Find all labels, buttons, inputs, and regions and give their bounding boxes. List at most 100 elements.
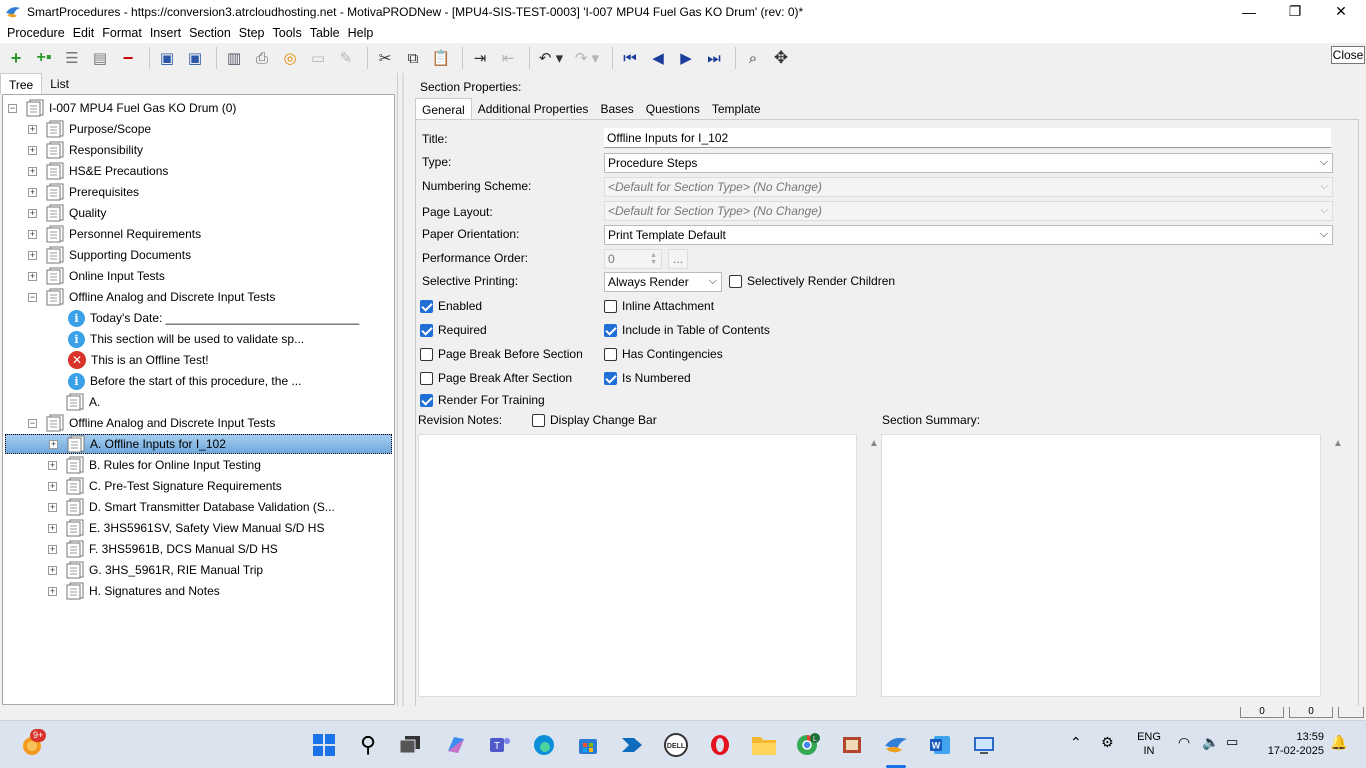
checkbox-box[interactable] [604, 323, 617, 337]
expand-toggle[interactable]: + [28, 187, 37, 197]
save-all-icon[interactable]: ▣ [155, 46, 179, 70]
tree-node[interactable]: i Today's Date: _________________________… [68, 308, 359, 328]
power-automate-icon[interactable] [619, 732, 645, 758]
checkbox-box[interactable] [604, 371, 617, 385]
tab-additional-properties[interactable]: Additional Properties [472, 98, 595, 119]
scroll-up-icon[interactable]: ▲ [869, 438, 879, 449]
performance-order-stepper[interactable]: 0 ▲ ▼ [604, 249, 662, 269]
teams-icon[interactable]: T [487, 732, 513, 758]
export-icon[interactable]: ▥ [222, 46, 246, 70]
close-window-button[interactable]: ✕ [1318, 0, 1364, 23]
dell-icon[interactable]: DELL [663, 732, 689, 758]
tree-node[interactable]: − Offline Analog and Discrete Input Tests [28, 287, 275, 307]
clock[interactable]: 13:59 17-02-2025 [1258, 730, 1324, 758]
checkbox-box[interactable] [729, 274, 742, 288]
start-icon[interactable] [311, 732, 337, 758]
expand-toggle[interactable]: + [48, 544, 57, 554]
expand-toggle[interactable]: + [48, 481, 57, 491]
find-icon[interactable]: ⌕ [741, 46, 765, 70]
language-indicator[interactable]: ENG IN [1134, 730, 1164, 758]
checkbox-box[interactable] [420, 371, 433, 385]
has-contingencies-checkbox[interactable]: Has Contingencies [604, 347, 723, 361]
checkbox-box[interactable] [420, 347, 433, 361]
tab-questions[interactable]: Questions [640, 98, 706, 119]
paper-orientation-select[interactable]: Print Template Default ⌵ [604, 225, 1333, 245]
add-icon[interactable]: + [4, 46, 28, 70]
volume-icon[interactable]: 🔈 [1202, 735, 1219, 749]
checkbox-box[interactable] [420, 299, 433, 313]
checkbox-box[interactable] [420, 393, 433, 407]
store-icon[interactable] [575, 732, 601, 758]
tree-node[interactable]: + C. Pre-Test Signature Requirements [48, 476, 282, 496]
spin-arrows-icon[interactable]: ▲ ▼ [650, 252, 657, 266]
expand-toggle[interactable]: + [48, 586, 57, 596]
checkbox-box[interactable] [604, 347, 617, 361]
expand-toggle[interactable]: − [28, 292, 37, 302]
checkbox-box[interactable] [604, 299, 617, 313]
tree-node[interactable]: + G. 3HS_5961R, RIE Manual Trip [48, 560, 263, 580]
expand-toggle[interactable]: + [48, 460, 57, 470]
tree-node[interactable]: i This section will be used to validate s… [68, 329, 304, 349]
revision-notes-textarea[interactable] [418, 434, 857, 697]
tab-bases[interactable]: Bases [594, 98, 639, 119]
selectively-render-children-checkbox[interactable]: Selectively Render Children [729, 274, 895, 288]
page-layout-select[interactable]: <Default for Section Type> (No Change) ⌵ [604, 201, 1333, 221]
wifi-icon[interactable]: ◠ [1178, 735, 1190, 749]
outline-icon[interactable]: ☰ [60, 46, 84, 70]
cut-icon[interactable]: ✂ [373, 46, 397, 70]
checkbox-box[interactable] [420, 323, 433, 337]
menu-step[interactable]: Step [235, 26, 269, 40]
paste-icon[interactable]: 📋 [429, 46, 453, 70]
menu-format[interactable]: Format [98, 26, 146, 40]
network-settings-icon[interactable]: ⚙ [1101, 735, 1114, 749]
pane-splitter[interactable] [397, 73, 407, 706]
tree-node[interactable]: i Before the start of this procedure, the… [68, 371, 301, 391]
opera-icon[interactable] [707, 732, 733, 758]
smartprocedures-icon[interactable] [883, 732, 909, 758]
chrome-icon[interactable]: L [795, 732, 821, 758]
tree-node[interactable]: − Offline Analog and Discrete Input Tests [28, 413, 275, 433]
menu-insert[interactable]: Insert [146, 26, 185, 40]
section-summary-textarea[interactable] [881, 434, 1321, 697]
menu-edit[interactable]: Edit [69, 26, 99, 40]
tree-node[interactable]: + D. Smart Transmitter Database Validatio… [48, 497, 335, 517]
remove-icon[interactable]: − [116, 46, 140, 70]
expand-toggle[interactable]: − [28, 418, 37, 428]
selective-printing-select[interactable]: Always Render ⌵ [604, 272, 722, 292]
pencil-icon[interactable]: ✎ [334, 46, 358, 70]
checkbox-box[interactable] [532, 413, 545, 427]
maximize-button[interactable]: ❐ [1272, 0, 1318, 23]
tree-node[interactable]: + F. 3HS5961B, DCS Manual S/D HS [48, 539, 278, 559]
image-icon[interactable]: ▭ [306, 46, 330, 70]
tree-node[interactable]: + E. 3HS5961SV, Safety View Manual S/D HS [48, 518, 324, 538]
tree-node[interactable]: + Prerequisites [28, 182, 139, 202]
tree-node[interactable]: + H. Signatures and Notes [48, 581, 220, 601]
indent-icon[interactable]: ⇥ [468, 46, 492, 70]
title-input[interactable]: Offline Inputs for I_102 [604, 128, 1331, 148]
tree-node[interactable]: + B. Rules for Online Input Testing [48, 455, 261, 475]
undo-icon[interactable]: ↶ ▾ [535, 46, 567, 70]
first-icon[interactable]: ⏮ [618, 46, 642, 70]
type-select[interactable]: Procedure Steps ⌵ [604, 153, 1333, 173]
menu-procedure[interactable]: Procedure [3, 26, 69, 40]
render-for-training-checkbox[interactable]: Render For Training [420, 393, 545, 407]
tree-node[interactable]: + Responsibility [28, 140, 143, 160]
menu-section[interactable]: Section [185, 26, 235, 40]
performance-order-button[interactable]: ... [668, 249, 688, 269]
tab-list[interactable]: List [42, 73, 77, 94]
expand-toggle[interactable]: + [48, 523, 57, 533]
outdent-icon[interactable]: ⇤ [496, 46, 520, 70]
tree-node[interactable]: ✕ This is an Offline Test! [68, 350, 209, 370]
include-in-toc-checkbox[interactable]: Include in Table of Contents [604, 323, 770, 337]
enabled-checkbox[interactable]: Enabled [420, 299, 482, 313]
expand-toggle[interactable]: + [28, 208, 37, 218]
menu-table[interactable]: Table [306, 26, 344, 40]
add-child-icon[interactable]: +▪ [32, 46, 56, 70]
tree-node[interactable]: + Online Input Tests [28, 266, 165, 286]
redo-icon[interactable]: ↷ ▾ [571, 46, 603, 70]
tab-general[interactable]: General [415, 98, 472, 119]
page-break-before-checkbox[interactable]: Page Break Before Section [420, 347, 583, 361]
expand-toggle[interactable]: + [49, 439, 58, 449]
last-icon[interactable]: ⏭ [702, 46, 726, 70]
save-icon[interactable]: ▣ [183, 46, 207, 70]
